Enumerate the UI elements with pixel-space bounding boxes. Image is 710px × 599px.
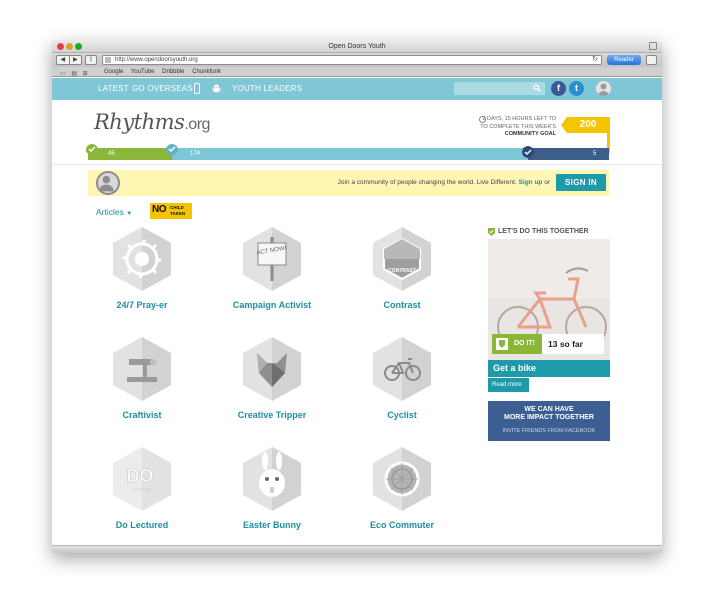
join-or: or xyxy=(544,179,550,186)
progress-green-count: 45 xyxy=(108,151,115,157)
do-lectures-icon: DO lectures xyxy=(113,447,171,511)
green-check-marker-icon xyxy=(86,144,98,156)
progress-blue-count: 174 xyxy=(190,151,201,157)
address-bar[interactable]: http://www.opendoorsyouth.org ↻ xyxy=(102,55,602,65)
progress-dark-count: 5 xyxy=(593,151,597,157)
sewing-machine-icon xyxy=(113,337,171,401)
screenshot-stage: Open Doors Youth ◀ ▶ ⇪ http://www.opendo… xyxy=(0,0,710,599)
no-child-taken-logo[interactable]: NO CHILD TAKEN xyxy=(150,203,192,219)
twitter-icon[interactable]: t xyxy=(569,81,584,96)
do-text: DO xyxy=(127,466,154,486)
origami-fox-icon xyxy=(243,337,301,401)
site-logo[interactable]: Rhythms.org xyxy=(94,110,210,134)
facebook-icon[interactable]: f xyxy=(551,81,566,96)
reader-button[interactable]: Reader xyxy=(607,55,641,65)
lectures-text: lectures xyxy=(133,487,151,493)
bookmark-dribbble[interactable]: Dribbble xyxy=(162,69,184,75)
zoom-window-button[interactable] xyxy=(75,43,82,50)
progress-dark-segment xyxy=(528,148,609,160)
window-title: Open Doors Youth xyxy=(328,43,386,50)
articles-dropdown[interactable]: Articles ▼ xyxy=(96,207,132,217)
goal-line-1: 2 DAYS, 15 HOURS LEFT TO xyxy=(482,116,556,122)
window-bottom-bar xyxy=(52,545,662,553)
badge-label: Contrast xyxy=(383,300,421,310)
wheel-icon xyxy=(373,447,431,511)
dark-check-marker-icon xyxy=(522,146,534,158)
goal-line-3: COMMUNITY GOAL xyxy=(504,131,556,137)
blue-check-marker-icon xyxy=(166,144,178,156)
user-avatar[interactable] xyxy=(596,81,611,96)
bookmarks-bar: ▭ ▤ ⊞ Google YouTube Dribbble Chunkfunk xyxy=(52,67,662,77)
prayer-icon xyxy=(113,227,171,291)
android-icon[interactable] xyxy=(212,84,221,94)
join-text: Join a community of people changing the … xyxy=(337,179,517,186)
read-more-link[interactable]: Read more xyxy=(488,377,529,392)
nochild-small-text: CHILD TAKEN xyxy=(170,205,186,216)
header-divider xyxy=(52,164,662,165)
site-nav: LATEST GO OVERSEAS YOUTH LEADERS f t xyxy=(52,78,662,100)
back-forward-buttons: ◀ ▶ xyxy=(56,55,82,65)
bookmark-google[interactable]: Google xyxy=(104,69,123,75)
sign-up-link[interactable]: Sign up xyxy=(519,179,543,186)
nav-youth-leaders[interactable]: YOUTH LEADERS xyxy=(232,78,302,100)
browser-window: Open Doors Youth ◀ ▶ ⇪ http://www.opendo… xyxy=(52,40,662,553)
nochild-no-text: NO xyxy=(152,204,167,215)
window-titlebar: Open Doors Youth xyxy=(52,40,662,53)
sidebar-heading: LET'S DO THIS TOGETHER xyxy=(498,228,589,235)
invite-facebook-button[interactable]: WE CAN HAVE MORE IMPACT TOGETHER INVITE … xyxy=(488,401,610,441)
bookmark-chunkfunk[interactable]: Chunkfunk xyxy=(192,69,221,75)
bookmark-youtube[interactable]: YouTube xyxy=(131,69,155,75)
logo-text: Rhythms xyxy=(94,110,185,134)
forward-arrow-icon[interactable]: ▶ xyxy=(70,56,82,64)
goal-flag: 200 xyxy=(561,117,609,133)
fb-invite-heading: WE CAN HAVE MORE IMPACT TOGETHER xyxy=(488,406,610,422)
back-arrow-icon[interactable]: ◀ xyxy=(57,56,70,64)
minimize-window-button[interactable] xyxy=(66,43,73,50)
nav-latest[interactable]: LATEST xyxy=(98,78,129,100)
url-text: http://www.opendoorsyouth.org xyxy=(115,57,198,63)
bunny-icon xyxy=(243,447,301,511)
chevron-down-icon: ▼ xyxy=(126,211,133,217)
downloads-icon[interactable] xyxy=(646,55,657,65)
goal-line-2: TO COMPLETE THIS WEEK'S xyxy=(480,123,556,130)
get-a-bike-title[interactable]: Get a bike xyxy=(488,360,610,377)
community-goal-countdown: 2 DAYS, 15 HOURS LEFT TO TO COMPLETE THI… xyxy=(472,116,556,139)
participant-count: 13 so far xyxy=(542,334,604,354)
badge-label: Craftivist xyxy=(122,410,162,420)
reload-icon[interactable]: ↻ xyxy=(592,56,598,64)
badge-label: Creative Tripper xyxy=(237,410,307,420)
shield-icon xyxy=(496,338,508,350)
bicycle-icon xyxy=(373,337,431,401)
share-icon[interactable]: ⇪ xyxy=(85,55,97,65)
badge-label: Eco Commuter xyxy=(369,520,434,530)
act-now-sign-icon: ACT NOW! xyxy=(243,227,301,291)
shield-check-icon xyxy=(488,228,495,236)
goal-number: 200 xyxy=(579,119,597,130)
favicon-icon xyxy=(105,57,111,63)
contrast-text: CONTRAST xyxy=(388,268,416,274)
progress-green-segment xyxy=(88,148,172,160)
fb-line-3: INVITE FRIENDS FROM FACEBOOK xyxy=(502,428,596,434)
search-input[interactable] xyxy=(454,82,545,95)
badge-label: Easter Bunny xyxy=(242,520,302,530)
nav-go-overseas[interactable]: GO OVERSEAS xyxy=(132,78,193,100)
contrast-icon: CONTRAST xyxy=(373,227,431,291)
badge-label: Cyclist xyxy=(387,410,417,420)
phone-icon[interactable] xyxy=(194,83,200,94)
fb-line-2: MORE IMPACT TOGETHER xyxy=(504,414,594,421)
logo-suffix: .org xyxy=(184,116,210,133)
search-icon[interactable] xyxy=(533,84,541,92)
browser-toolbar: ◀ ▶ ⇪ http://www.opendoorsyouth.org ↻ Re… xyxy=(52,53,662,67)
articles-label: Articles xyxy=(96,207,124,217)
join-message: Join a community of people changing the … xyxy=(88,170,550,196)
fullscreen-icon[interactable] xyxy=(649,42,657,50)
badge-label: Do Lectured xyxy=(115,520,169,530)
fb-line-1: WE CAN HAVE xyxy=(524,406,574,413)
badge-label: Campaign Activist xyxy=(232,300,312,310)
badge-label: 24/7 Pray-er xyxy=(116,300,168,310)
close-window-button[interactable] xyxy=(57,43,64,50)
sign-in-button[interactable]: SIGN IN xyxy=(556,174,606,191)
